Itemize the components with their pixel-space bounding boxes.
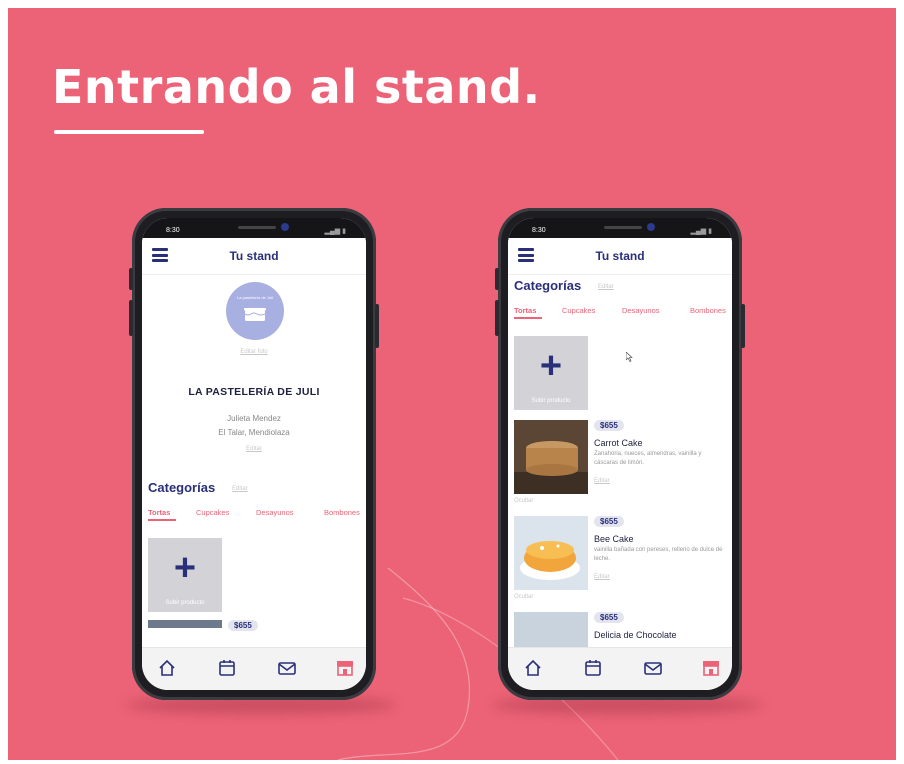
add-product-button[interactable]: + Subir producto	[148, 538, 222, 612]
product-edit-link[interactable]: Editar	[594, 574, 610, 580]
volume-button	[129, 268, 133, 290]
product-thumbnail[interactable]	[514, 420, 588, 494]
app-title: Tu stand	[595, 249, 645, 263]
categories-edit-link[interactable]: Editar	[598, 284, 614, 290]
price-badge: $655	[228, 620, 258, 631]
active-tab-underline	[148, 519, 176, 521]
volume-button	[129, 300, 133, 336]
product-thumbnail[interactable]	[514, 516, 588, 590]
signal-icon: ▂▄▆ ▮	[324, 228, 346, 235]
tab-bombones[interactable]: Bombones	[690, 306, 726, 315]
tab-tortas[interactable]: Tortas	[514, 306, 536, 315]
edit-info-link[interactable]: Editar	[142, 446, 366, 452]
product-description: Zanahoria, nueces, almendras, vainilla y…	[594, 451, 702, 466]
plus-icon: +	[539, 345, 563, 387]
home-icon[interactable]	[522, 657, 544, 679]
phone-screen: 8:30 ▂▄▆ ▮ Tu stand Categorías Editar To…	[508, 218, 732, 690]
store-icon[interactable]	[700, 657, 722, 679]
active-tab-underline	[514, 317, 542, 319]
add-product-label: Subir producto	[165, 600, 205, 606]
product-name: Carrot Cake	[594, 438, 643, 448]
power-button	[375, 304, 379, 348]
slide-background: Entrando al stand. 8:30 ▂▄▆ ▮ Tu stand L…	[8, 8, 896, 760]
product-description: vainilla bañada con pereses, relleno de …	[594, 547, 723, 562]
plus-icon: +	[173, 547, 197, 589]
product-hide-link[interactable]: Ocultar	[514, 594, 533, 600]
speaker-grille	[238, 226, 276, 229]
store-location: El Talar, Mendiolaza	[218, 428, 290, 437]
price-badge: $655	[594, 612, 624, 623]
signal-icon: ▂▄▆ ▮	[690, 228, 712, 235]
product-hide-link[interactable]: Ocultar	[514, 498, 533, 504]
product-edit-link[interactable]: Editar	[594, 478, 610, 484]
categories-title: Categorías	[148, 480, 216, 495]
logo-text: La pastelería de Juli	[237, 295, 273, 300]
product-name: Delicia de Chocolate	[594, 630, 677, 640]
tab-desayunos[interactable]: Desayunos	[256, 508, 294, 517]
status-time: 8:30	[532, 227, 546, 234]
phone-left: 8:30 ▂▄▆ ▮ Tu stand La pastelería de Jul…	[129, 208, 379, 700]
product-thumbnail[interactable]	[148, 620, 222, 628]
app-header: Tu stand	[508, 238, 732, 275]
bee-cake-image	[514, 516, 588, 590]
store-name: LA PASTELERÍA DE JULI	[188, 386, 320, 398]
camera-icon	[281, 223, 289, 231]
store-icon[interactable]	[334, 657, 356, 679]
calendar-icon[interactable]	[216, 657, 238, 679]
status-bar: 8:30 ▂▄▆ ▮	[142, 218, 366, 238]
store-logo[interactable]: La pastelería de Juli	[226, 282, 284, 340]
add-product-label: Subir producto	[531, 398, 571, 404]
headline-underline	[54, 130, 204, 134]
mail-icon[interactable]	[642, 657, 664, 679]
categories-title: Categorías	[514, 278, 582, 293]
bottom-navigation	[508, 647, 732, 690]
page-headline: Entrando al stand.	[52, 60, 541, 114]
speaker-grille	[604, 226, 642, 229]
product-thumbnail[interactable]	[514, 612, 588, 652]
carrot-cake-image	[514, 420, 588, 494]
app-title: Tu stand	[229, 249, 279, 263]
tab-tortas[interactable]: Tortas	[148, 508, 170, 517]
mail-icon[interactable]	[276, 657, 298, 679]
power-button	[741, 304, 745, 348]
volume-button	[495, 268, 499, 290]
calendar-icon[interactable]	[582, 657, 604, 679]
tab-cupcakes[interactable]: Cupcakes	[196, 508, 229, 517]
phone-right: 8:30 ▂▄▆ ▮ Tu stand Categorías Editar To…	[495, 208, 745, 700]
phone-screen: 8:30 ▂▄▆ ▮ Tu stand La pastelería de Jul…	[142, 218, 366, 690]
product-name: Bee Cake	[594, 534, 634, 544]
app-header: Tu stand	[142, 238, 366, 275]
edit-logo-link[interactable]: Editar foto	[142, 349, 366, 355]
owner-name: Julieta Mendez	[227, 414, 281, 423]
mouse-cursor-icon	[626, 352, 633, 362]
home-icon[interactable]	[156, 657, 178, 679]
tab-desayunos[interactable]: Desayunos	[622, 306, 660, 315]
camera-icon	[647, 223, 655, 231]
volume-button	[495, 300, 499, 336]
tab-cupcakes[interactable]: Cupcakes	[562, 306, 595, 315]
price-badge: $655	[594, 420, 624, 431]
add-product-button[interactable]: + Subir producto	[514, 336, 588, 410]
tab-bombones[interactable]: Bombones	[324, 508, 360, 517]
price-badge: $655	[594, 516, 624, 527]
bottom-navigation	[142, 647, 366, 690]
status-time: 8:30	[166, 227, 180, 234]
categories-edit-link[interactable]: Editar	[232, 486, 248, 492]
cake-icon	[244, 308, 266, 321]
status-bar: 8:30 ▂▄▆ ▮	[508, 218, 732, 238]
